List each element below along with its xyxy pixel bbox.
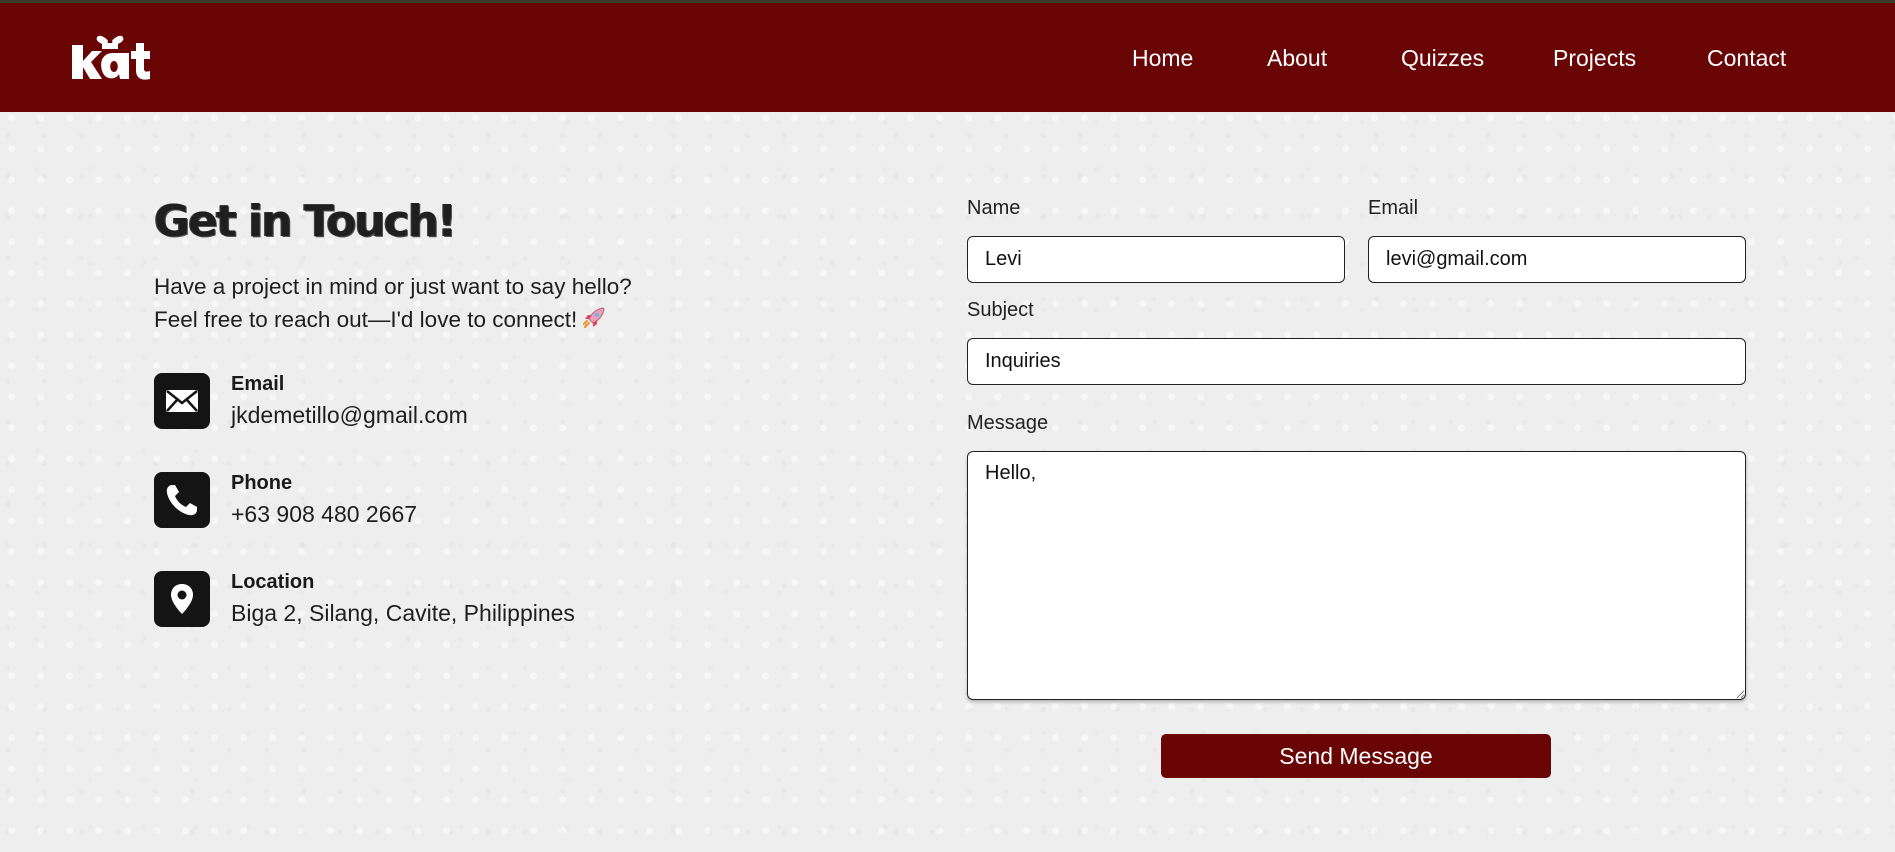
contact-email: Email jkdemetillo@gmail.com [154,373,714,433]
navbar: kat Home About Quizzes Projects Contact [0,3,1895,112]
send-message-button[interactable]: Send Message [1161,734,1551,778]
subject-label: Subject [967,299,1034,321]
contact-email-value: jkdemetillo@gmail.com [231,402,468,428]
page-title: Get in Touch! [154,196,457,247]
intro-line-2: Feel free to reach out—I'd love to conne… [154,303,714,336]
kat-logo[interactable]: kat [68,31,152,83]
contact-email-label: Email [231,373,285,395]
rocket-icon [583,307,605,328]
contact-phone-value: +63 908 480 2667 [231,501,418,527]
message-label: Message [967,412,1049,434]
envelope-icon [154,373,210,429]
message-textarea[interactable]: Hello, [967,451,1746,700]
intro-line-2-text: Feel free to reach out—I'd love to conne… [154,307,578,332]
contact-location-value: Biga 2, Silang, Cavite, Philippines [231,600,575,626]
email-label: Email [1368,197,1419,219]
phone-icon [154,472,210,528]
nav-home[interactable]: Home [1132,45,1193,72]
contact-location-label: Location [231,571,315,593]
contact-phone-label: Phone [231,472,293,494]
subject-input[interactable] [967,338,1746,385]
nav-projects[interactable]: Projects [1553,45,1636,72]
name-input[interactable] [967,236,1345,283]
nav-about[interactable]: About [1267,45,1327,72]
nav-quizzes[interactable]: Quizzes [1401,45,1484,72]
intro-line-1: Have a project in mind or just want to s… [154,274,632,299]
name-label: Name [967,197,1021,219]
intro-text: Have a project in mind or just want to s… [154,270,714,336]
nav-contact[interactable]: Contact [1707,45,1786,72]
contact-phone: Phone +63 908 480 2667 [154,472,714,532]
location-pin-icon [154,571,210,627]
contact-location: Location Biga 2, Silang, Cavite, Philipp… [154,571,714,631]
email-input[interactable] [1368,236,1746,283]
